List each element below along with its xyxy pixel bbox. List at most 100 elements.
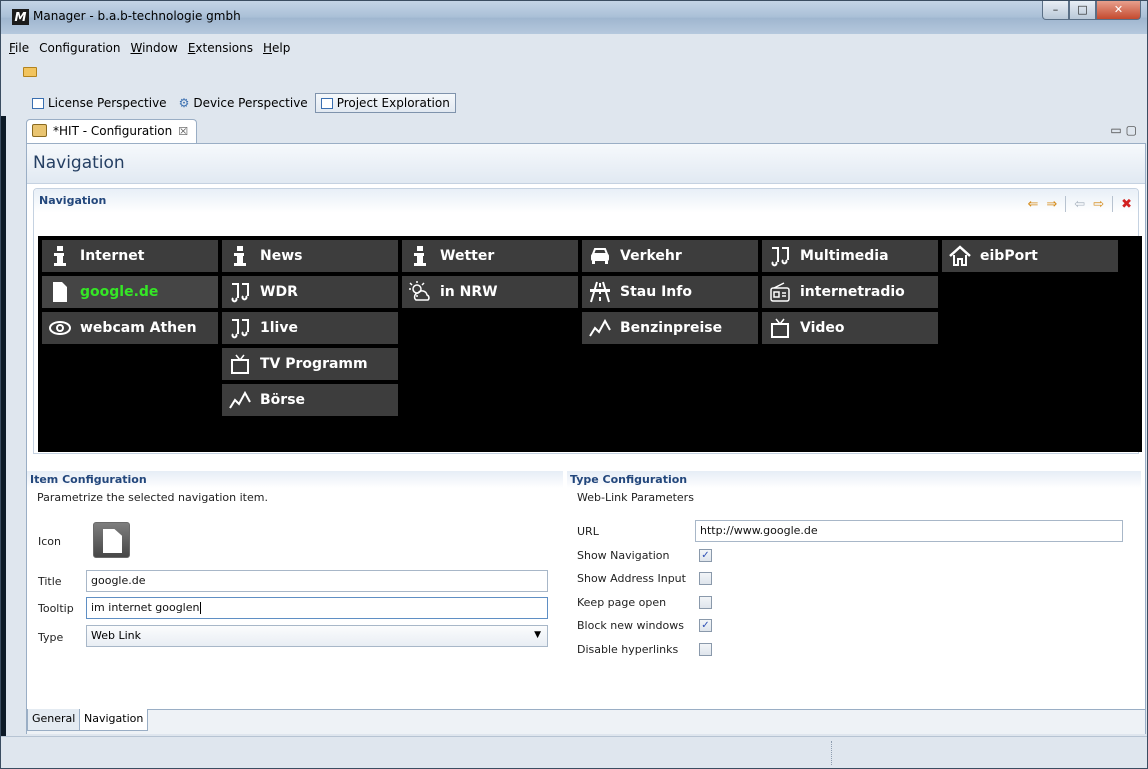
type-select-value: Web Link bbox=[91, 629, 142, 642]
item-configuration-header: Item Configuration bbox=[27, 471, 563, 488]
license-perspective-icon bbox=[32, 97, 44, 109]
menu-help[interactable]: Help bbox=[263, 39, 296, 59]
icon-picker-button[interactable] bbox=[93, 522, 130, 558]
device-perspective-icon: ⚙ bbox=[178, 96, 190, 110]
move-left-icon[interactable]: ⇐ bbox=[1027, 197, 1038, 212]
type-configuration-title: Type Configuration bbox=[570, 473, 688, 486]
disable-hyperlinks-checkbox[interactable] bbox=[699, 643, 712, 656]
nav-tile-google[interactable]: google.de bbox=[42, 276, 218, 308]
url-field[interactable]: http://www.google.de bbox=[695, 520, 1123, 542]
car-icon bbox=[586, 243, 614, 269]
item-configuration-description: Parametrize the selected navigation item… bbox=[37, 491, 268, 504]
menu-configuration[interactable]: Configuration bbox=[39, 39, 126, 59]
nav-tile-wdr[interactable]: WDR bbox=[222, 276, 398, 308]
option-label: Show Address Input bbox=[577, 572, 686, 585]
tab-general[interactable]: General bbox=[27, 709, 81, 731]
navigation-section-header: Navigation ⇐ ⇒ ⇦ ⇨ ✖ bbox=[34, 189, 1138, 213]
type-select[interactable]: Web Link ▼ bbox=[86, 625, 548, 647]
nav-tile-boerse[interactable]: Börse bbox=[222, 384, 398, 416]
menu-file[interactable]: File bbox=[9, 39, 35, 59]
tv-icon bbox=[226, 351, 254, 377]
editor-minimize-maximize-icon[interactable]: ▭▢ bbox=[1110, 123, 1141, 137]
option-label: Disable hyperlinks bbox=[577, 643, 679, 656]
perspective-project-exploration[interactable]: Project Exploration bbox=[314, 93, 456, 113]
perspective-device[interactable]: ⚙ Device Perspective bbox=[174, 94, 313, 112]
arrow-left-icon[interactable]: ⇦ bbox=[1074, 197, 1085, 212]
nav-tile-verkehr[interactable]: Verkehr bbox=[582, 240, 758, 272]
nav-tile-internet[interactable]: Internet bbox=[42, 240, 218, 272]
menu-bar: File Configuration Window Extensions Hel… bbox=[9, 39, 300, 59]
nav-tile-internetradio[interactable]: internetradio bbox=[762, 276, 938, 308]
type-configuration-description: Web-Link Parameters bbox=[577, 491, 694, 504]
left-window-edge bbox=[1, 116, 6, 736]
title-bar[interactable]: M Manager - b.a.b-technologie gmbh – □ ✕ bbox=[1, 1, 1147, 34]
configuration-file-icon bbox=[32, 124, 47, 137]
radio-icon bbox=[766, 279, 794, 305]
nav-tile-eibport[interactable]: eibPort bbox=[942, 240, 1118, 272]
nav-tile-video[interactable]: Video bbox=[762, 312, 938, 344]
tab-navigation[interactable]: Navigation bbox=[79, 709, 149, 731]
icon-label: Icon bbox=[38, 535, 61, 548]
nav-tile-1live[interactable]: 1live bbox=[222, 312, 398, 344]
move-right-icon[interactable]: ⇒ bbox=[1046, 197, 1057, 212]
nav-tile-in-nrw[interactable]: in NRW bbox=[402, 276, 578, 308]
nav-tile-stau-info[interactable]: Stau Info bbox=[582, 276, 758, 308]
navigation-canvas: Internet google.de webcam Athen News WDR… bbox=[38, 236, 1142, 452]
item-configuration-section: Item Configuration Parametrize the selec… bbox=[27, 471, 563, 711]
nav-tile-news[interactable]: News bbox=[222, 240, 398, 272]
info-icon bbox=[226, 243, 254, 269]
nav-tile-wetter[interactable]: Wetter bbox=[402, 240, 578, 272]
form-page-tabs: General Navigation bbox=[27, 709, 1145, 734]
nav-tile-benzinpreise[interactable]: Benzinpreise bbox=[582, 312, 758, 344]
window-title: Manager - b.a.b-technologie gmbh bbox=[33, 9, 241, 23]
tab-hit-configuration[interactable]: *HIT - Configuration ☒ bbox=[26, 119, 198, 143]
type-label: Type bbox=[38, 631, 64, 644]
show-navigation-checkbox[interactable]: ✓ bbox=[699, 549, 712, 562]
navigation-section: Navigation ⇐ ⇒ ⇦ ⇨ ✖ Internet google.de … bbox=[33, 188, 1142, 454]
arrow-right-icon[interactable]: ⇨ bbox=[1093, 197, 1104, 212]
show-address-input-checkbox[interactable] bbox=[699, 572, 712, 585]
weather-icon bbox=[406, 279, 434, 305]
option-label: Keep page open bbox=[577, 596, 667, 609]
chart-icon bbox=[226, 387, 254, 413]
road-icon bbox=[586, 279, 614, 305]
close-tab-icon[interactable]: ☒ bbox=[178, 125, 188, 138]
url-label: URL bbox=[577, 525, 599, 538]
tv-icon bbox=[766, 315, 794, 341]
close-window-button[interactable]: ✕ bbox=[1096, 1, 1141, 20]
keep-page-open-checkbox[interactable] bbox=[699, 596, 712, 609]
option-label: Show Navigation bbox=[577, 549, 670, 562]
open-folder-icon[interactable] bbox=[23, 67, 37, 77]
nav-tile-webcam-athen[interactable]: webcam Athen bbox=[42, 312, 218, 344]
tooltip-label: Tooltip bbox=[38, 602, 74, 615]
menu-extensions[interactable]: Extensions bbox=[188, 39, 259, 59]
minimize-button[interactable]: – bbox=[1042, 1, 1069, 20]
music-icon bbox=[226, 279, 254, 305]
maximize-button[interactable]: □ bbox=[1069, 1, 1096, 20]
music-icon bbox=[766, 243, 794, 269]
app-logo-icon: M bbox=[12, 9, 29, 25]
status-divider bbox=[831, 741, 832, 765]
status-bar bbox=[1, 736, 1147, 768]
title-field[interactable]: google.de bbox=[86, 570, 548, 592]
eye-icon bbox=[46, 315, 74, 341]
perspective-license[interactable]: License Perspective bbox=[27, 94, 172, 112]
block-new-windows-checkbox[interactable]: ✓ bbox=[699, 619, 712, 632]
page-title: Navigation bbox=[33, 153, 125, 173]
chevron-down-icon: ▼ bbox=[534, 630, 541, 640]
nav-tile-multimedia[interactable]: Multimedia bbox=[762, 240, 938, 272]
toolbar-divider bbox=[1112, 196, 1114, 212]
text-caret bbox=[200, 602, 202, 614]
delete-icon[interactable]: ✖ bbox=[1121, 197, 1132, 212]
type-configuration-header: Type Configuration bbox=[567, 471, 1141, 488]
navigation-toolbar: ⇐ ⇒ ⇦ ⇨ ✖ bbox=[1027, 196, 1132, 212]
project-exploration-icon bbox=[320, 97, 333, 109]
perspective-bar: License Perspective ⚙ Device Perspective… bbox=[1, 90, 1147, 116]
item-configuration-title: Item Configuration bbox=[30, 473, 147, 486]
tooltip-field[interactable]: im internet googlen bbox=[86, 597, 548, 619]
info-icon bbox=[406, 243, 434, 269]
menu-window[interactable]: Window bbox=[130, 39, 183, 59]
navigation-section-title: Navigation bbox=[39, 194, 107, 207]
nav-tile-tv-programm[interactable]: TV Programm bbox=[222, 348, 398, 380]
document-icon bbox=[46, 279, 74, 305]
